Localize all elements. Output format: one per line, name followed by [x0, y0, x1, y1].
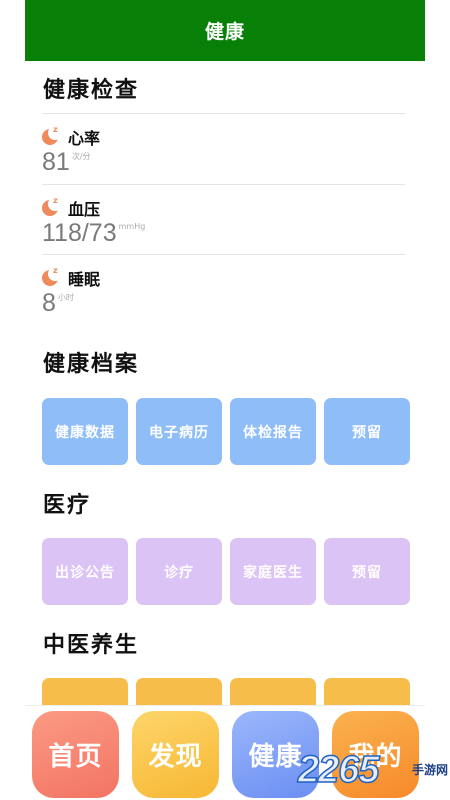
tab-home[interactable]: 首页 — [32, 711, 119, 798]
medical-buttons: 出诊公告 诊疗 家庭医生 预留 — [42, 538, 410, 605]
divider — [42, 113, 405, 114]
watermark-number: 2265 — [297, 748, 380, 792]
medical-record-button[interactable]: 电子病历 — [136, 398, 222, 465]
reserved-button[interactable]: 预留 — [324, 538, 410, 605]
tab-discover[interactable]: 发现 — [132, 711, 219, 798]
sleep-moon-icon: z — [42, 266, 62, 288]
watermark-text: 手游网 — [411, 763, 448, 777]
clinic-notice-button[interactable]: 出诊公告 — [42, 538, 128, 605]
health-records-title: 健康档案 — [43, 352, 140, 377]
metric-heart-rate[interactable]: z 心率 81 次/分 — [42, 125, 405, 175]
medical-title: 医疗 — [43, 493, 92, 518]
divider — [42, 184, 405, 185]
checkup-report-button[interactable]: 体检报告 — [230, 398, 316, 465]
page-title: 健康 — [204, 21, 245, 43]
metric-sleep[interactable]: z 睡眠 8 小时 — [42, 266, 405, 316]
health-check-title: 健康检查 — [43, 78, 140, 103]
tcm-title: 中医养生 — [43, 633, 140, 658]
metric-name: 睡眠 — [68, 270, 101, 289]
metric-name: 心率 — [68, 129, 101, 148]
treatment-button[interactable]: 诊疗 — [136, 538, 222, 605]
health-records-buttons: 健康数据 电子病历 体检报告 预留 — [42, 398, 410, 465]
app-screen: 健康 健康检查 z 心率 81 次/分 z 血压 118/73 mmHg z 睡眠 … — [25, 0, 425, 800]
metric-name: 血压 — [68, 200, 101, 219]
metric-unit: 小时 — [57, 293, 74, 302]
sleep-moon-icon: z — [42, 196, 62, 218]
header-bar: 健康 — [25, 0, 425, 61]
metric-value: 118/73 — [42, 219, 117, 247]
metric-unit: 次/分 — [71, 152, 91, 161]
health-data-button[interactable]: 健康数据 — [42, 398, 128, 465]
family-doctor-button[interactable]: 家庭医生 — [230, 538, 316, 605]
sleep-moon-icon: z — [42, 125, 62, 147]
metric-unit: mmHg — [118, 222, 146, 231]
divider — [42, 254, 405, 255]
site-watermark-logo: 2265 手游网 — [297, 748, 450, 792]
reserved-button[interactable]: 预留 — [324, 398, 410, 465]
metric-value: 8 — [42, 289, 56, 317]
metric-value: 81 — [42, 148, 70, 176]
metric-blood-pressure[interactable]: z 血压 118/73 mmHg — [42, 196, 405, 246]
